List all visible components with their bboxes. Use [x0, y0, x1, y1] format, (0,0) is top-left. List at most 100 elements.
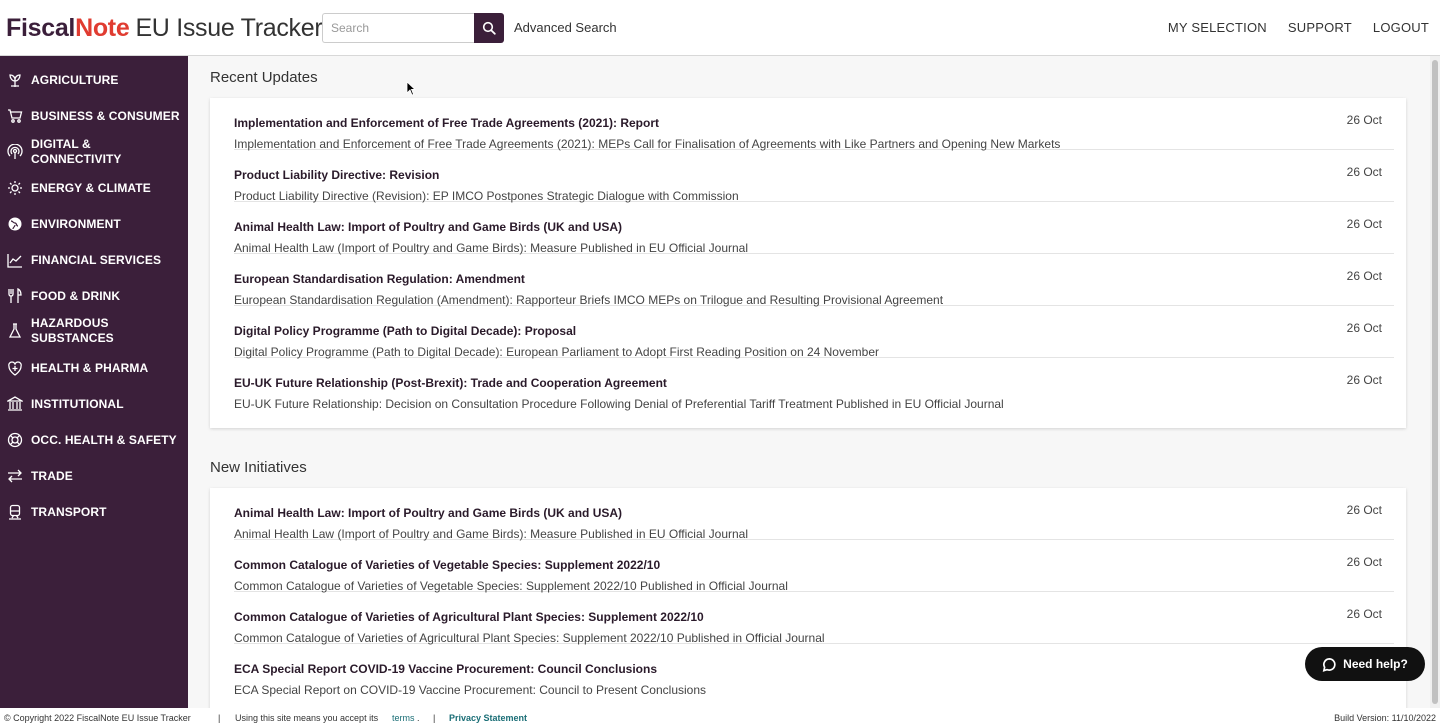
sidebar-item-label: BUSINESS & CONSUMER — [31, 108, 180, 123]
item-summary: Product Liability Directive (Revision): … — [234, 189, 739, 203]
sidebar-item-business-consumer[interactable]: BUSINESS & CONSUMER — [0, 108, 188, 124]
sidebar-item-label: ENERGY & CLIMATE — [31, 180, 151, 195]
sidebar-item-label: FOOD & DRINK — [31, 288, 121, 303]
sidebar-item-health-pharma[interactable]: HEALTH & PHARMA — [0, 360, 188, 376]
list-item[interactable]: Animal Health Law: Import of Poultry and… — [234, 488, 1394, 541]
sidebar: AGRICULTURE BUSINESS & CONSUMER DIGITAL … — [0, 56, 188, 708]
sidebar-item-agriculture[interactable]: AGRICULTURE — [0, 72, 188, 88]
item-title[interactable]: Animal Health Law: Import of Poultry and… — [234, 506, 622, 520]
item-title[interactable]: Animal Health Law: Import of Poultry and… — [234, 220, 622, 234]
build-version: Build Version: 11/10/2022 — [1334, 713, 1436, 723]
privacy-statement-link[interactable]: Privacy Statement — [449, 713, 527, 723]
search-icon — [482, 21, 496, 35]
terms-suffix: . — [417, 713, 420, 723]
sidebar-item-institutional[interactable]: INSTITUTIONAL — [0, 396, 188, 412]
item-summary: European Standardisation Regulation (Ame… — [234, 293, 944, 307]
footer: © Copyright 2022 FiscalNote EU Issue Tra… — [0, 708, 1440, 726]
need-help-label: Need help? — [1343, 657, 1408, 671]
item-date: 26 Oct — [1346, 269, 1382, 283]
item-title[interactable]: EU-UK Future Relationship (Post-Brexit):… — [234, 376, 667, 390]
item-date: 26 Oct — [1346, 555, 1382, 569]
main-content: Recent Updates Implementation and Enforc… — [188, 56, 1430, 708]
item-title[interactable]: Product Liability Directive: Revision — [234, 168, 439, 182]
chat-bubble-icon — [1322, 657, 1336, 672]
sidebar-item-label: AGRICULTURE — [31, 72, 119, 87]
cutlery-icon — [7, 288, 23, 304]
terms-prefix: Using this site means you accept its — [235, 713, 379, 723]
item-date: 26 Oct — [1346, 373, 1382, 387]
recent-updates-title: Recent Updates — [210, 69, 318, 86]
list-item[interactable]: EU-UK Future Relationship (Post-Brexit):… — [234, 358, 1394, 411]
item-summary: EU-UK Future Relationship: Decision on C… — [234, 397, 1004, 411]
item-date: 26 Oct — [1346, 217, 1382, 231]
item-title[interactable]: Common Catalogue of Varieties of Agricul… — [234, 610, 704, 624]
signal-icon — [7, 144, 23, 160]
item-date: 26 Oct — [1346, 503, 1382, 517]
globe-icon — [7, 216, 23, 232]
sidebar-item-financial-services[interactable]: FINANCIAL SERVICES — [0, 252, 188, 268]
logout-link[interactable]: LOGOUT — [1373, 20, 1429, 35]
mouse-cursor-icon — [406, 81, 416, 96]
sidebar-item-label: TRADE — [31, 468, 73, 483]
item-summary: Digital Policy Programme (Path to Digita… — [234, 345, 879, 359]
sun-icon — [7, 180, 23, 196]
footer-separator: | — [433, 713, 436, 723]
sidebar-item-label: ENVIRONMENT — [31, 216, 121, 231]
item-summary: Animal Health Law (Import of Poultry and… — [234, 527, 749, 541]
item-date: 26 Oct — [1346, 113, 1382, 127]
scrollbar-thumb[interactable] — [1432, 60, 1438, 704]
my-selection-link[interactable]: MY SELECTION — [1168, 20, 1267, 35]
cart-icon — [7, 108, 23, 124]
item-title[interactable]: ECA Special Report COVID-19 Vaccine Proc… — [234, 662, 657, 676]
train-icon — [7, 504, 23, 520]
sidebar-item-label: FINANCIAL SERVICES — [31, 252, 162, 267]
search-button[interactable] — [474, 13, 504, 43]
list-item[interactable]: Digital Policy Programme (Path to Digita… — [234, 306, 1394, 359]
item-title[interactable]: Digital Policy Programme (Path to Digita… — [234, 324, 576, 338]
item-summary: Common Catalogue of Varieties of Agricul… — [234, 631, 825, 645]
arrows-icon — [7, 468, 23, 484]
list-item[interactable]: Implementation and Enforcement of Free T… — [234, 98, 1394, 151]
sidebar-item-digital-connectivity[interactable]: DIGITAL & CONNECTIVITY — [0, 137, 188, 166]
sidebar-item-trade[interactable]: TRADE — [0, 468, 188, 484]
list-item[interactable]: ECA Special Report COVID-19 Vaccine Proc… — [234, 644, 1394, 697]
item-title[interactable]: Common Catalogue of Varieties of Vegetab… — [234, 558, 660, 572]
search-input[interactable] — [322, 13, 474, 43]
item-title[interactable]: European Standardisation Regulation: Ame… — [234, 272, 525, 286]
item-date: 26 Oct — [1346, 607, 1382, 621]
sidebar-item-environment[interactable]: ENVIRONMENT — [0, 216, 188, 232]
new-initiatives-card: Animal Health Law: Import of Poultry and… — [210, 488, 1406, 708]
advanced-search-link[interactable]: Advanced Search — [514, 20, 617, 35]
header: FiscalNoteEU Issue Tracker Advanced Sear… — [0, 0, 1440, 56]
sidebar-item-label: HAZARDOUS SUBSTANCES — [31, 316, 114, 345]
sidebar-item-food-drink[interactable]: FOOD & DRINK — [0, 288, 188, 304]
sidebar-item-label: INSTITUTIONAL — [31, 396, 124, 411]
item-date: 26 Oct — [1346, 165, 1382, 179]
logo[interactable]: FiscalNote EU Issue Tracker — [6, 12, 323, 44]
sidebar-item-energy-climate[interactable]: ENERGY & CLIMATE — [0, 180, 188, 196]
item-summary: Common Catalogue of Varieties of Vegetab… — [234, 579, 788, 593]
item-title[interactable]: Implementation and Enforcement of Free T… — [234, 116, 659, 130]
list-item[interactable]: Common Catalogue of Varieties of Agricul… — [234, 592, 1394, 645]
heart-shield-icon — [7, 360, 23, 376]
flask-icon — [7, 323, 23, 339]
recent-updates-card: Implementation and Enforcement of Free T… — [210, 98, 1406, 428]
footer-separator: | — [218, 713, 221, 723]
new-initiatives-title: New Initiatives — [210, 459, 307, 476]
sidebar-item-occ-health-safety[interactable]: OCC. HEALTH & SAFETY — [0, 432, 188, 448]
sidebar-item-label: TRANSPORT — [31, 504, 107, 519]
item-summary: ECA Special Report on COVID-19 Vaccine P… — [234, 683, 707, 697]
list-item[interactable]: Animal Health Law: Import of Poultry and… — [234, 202, 1394, 255]
need-help-button[interactable]: Need help? — [1305, 647, 1425, 681]
wheat-icon — [7, 72, 23, 88]
sidebar-item-hazardous-substances[interactable]: HAZARDOUS SUBSTANCES — [0, 316, 188, 346]
list-item[interactable]: Common Catalogue of Varieties of Vegetab… — [234, 540, 1394, 593]
item-summary: Animal Health Law (Import of Poultry and… — [234, 241, 749, 255]
sidebar-item-transport[interactable]: TRANSPORT — [0, 504, 188, 520]
top-nav: MY SELECTION SUPPORT LOGOUT — [1168, 20, 1429, 35]
list-item[interactable]: Product Liability Directive: Revision Pr… — [234, 150, 1394, 203]
terms-link[interactable]: terms — [392, 713, 415, 723]
support-link[interactable]: SUPPORT — [1288, 20, 1352, 35]
list-item[interactable]: European Standardisation Regulation: Ame… — [234, 254, 1394, 307]
scrollbar[interactable] — [1430, 56, 1440, 708]
